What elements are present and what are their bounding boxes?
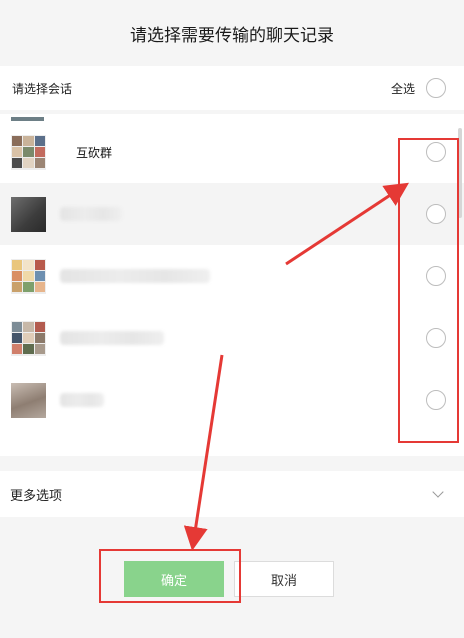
chat-row[interactable] (0, 307, 464, 369)
partial-row (0, 114, 464, 121)
chat-row[interactable] (0, 183, 464, 245)
list-header: 请选择会话 全选 (0, 66, 464, 110)
chevron-down-icon[interactable] (432, 486, 444, 498)
confirm-button[interactable]: 确定 (124, 561, 224, 597)
more-options-label: 更多选项 (10, 488, 63, 504)
chat-select-radio[interactable] (426, 328, 446, 348)
chat-name-redacted (60, 331, 164, 345)
chat-row[interactable] (0, 245, 464, 307)
select-all-radio[interactable] (426, 78, 446, 98)
chat-row[interactable] (0, 369, 464, 431)
more-options-toggle[interactable]: 更多选项 (0, 471, 464, 517)
group-avatar (11, 258, 46, 294)
chat-select-radio[interactable] (426, 266, 446, 286)
list-header-label: 请选择会话 (12, 81, 73, 96)
chat-row[interactable]: 互砍群 (0, 121, 464, 183)
group-avatar (11, 320, 46, 356)
avatar (11, 196, 46, 232)
select-all-label: 全选 (390, 81, 415, 96)
chat-list-scrollbar[interactable] (458, 128, 462, 218)
chat-name: 互砍群 (76, 145, 113, 160)
chat-select-radio[interactable] (426, 390, 446, 410)
chat-name-redacted (60, 269, 210, 283)
chat-select-radio[interactable] (426, 142, 446, 162)
avatar (11, 382, 46, 418)
cancel-button[interactable]: 取消 (234, 561, 334, 597)
chat-select-radio[interactable] (426, 204, 446, 224)
chat-name-redacted (60, 393, 104, 407)
select-all-control[interactable]: 全选 (391, 78, 446, 98)
dialog-title-bar: 请选择需要传输的聊天记录 (0, 0, 464, 66)
chat-name-redacted (60, 207, 122, 221)
dialog-title: 请选择需要传输的聊天记录 (130, 25, 334, 46)
group-avatar (11, 134, 46, 170)
chat-list[interactable]: 互砍群 (0, 114, 464, 456)
